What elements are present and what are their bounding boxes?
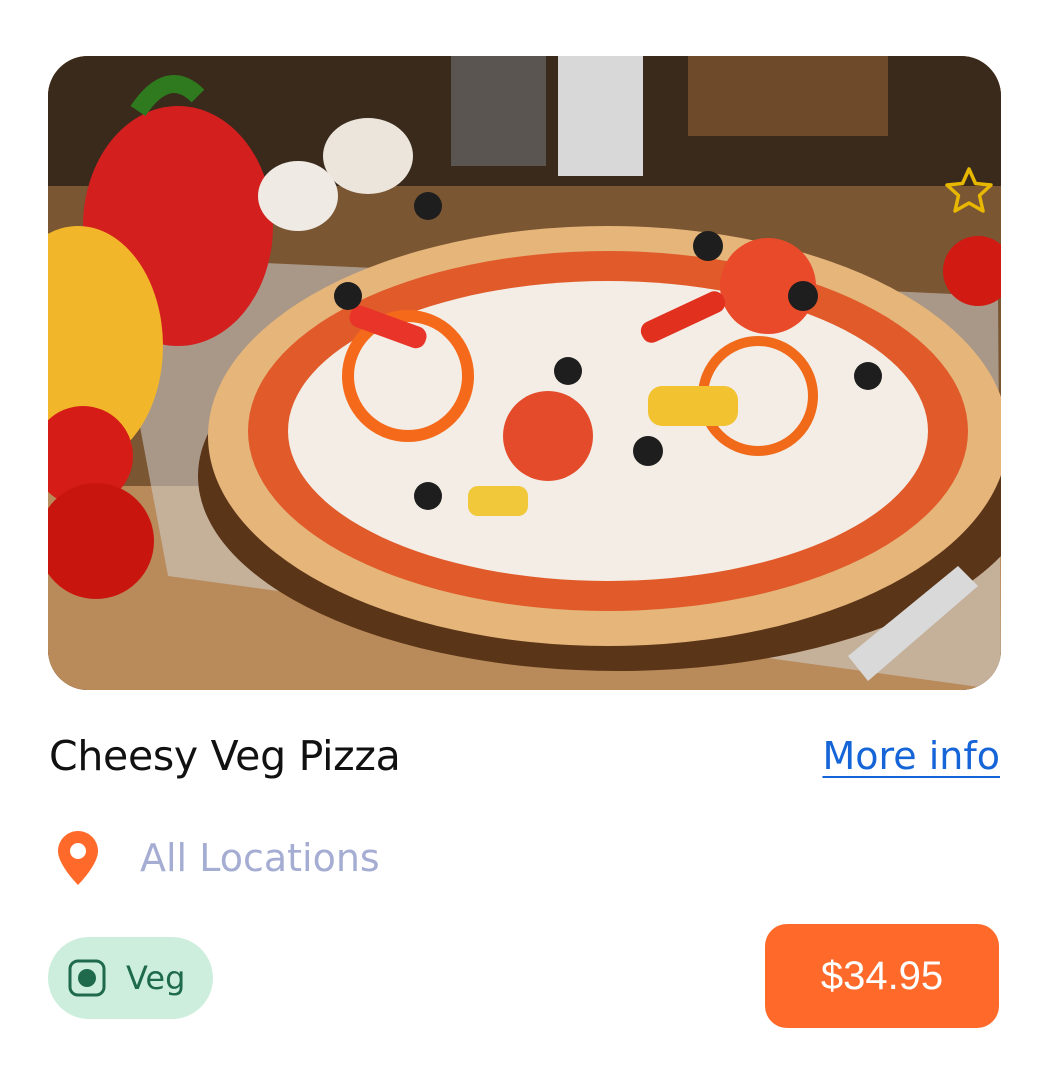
more-info-link[interactable]: More info (822, 734, 1000, 778)
veg-badge: Veg (48, 937, 213, 1019)
product-image[interactable] (48, 56, 1001, 690)
product-card: Cheesy Veg Pizza More info All Locations… (0, 0, 1050, 1083)
location-label: All Locations (140, 836, 380, 880)
diet-label: Veg (126, 959, 186, 997)
pizza-photo (48, 56, 1001, 690)
product-name: Cheesy Veg Pizza (49, 732, 401, 780)
star-outline-icon[interactable] (941, 164, 997, 220)
map-pin-icon (58, 831, 98, 885)
location-row: All Locations (58, 830, 380, 886)
price-button[interactable]: $34.95 (765, 924, 999, 1028)
veg-indicator-icon (68, 959, 106, 997)
